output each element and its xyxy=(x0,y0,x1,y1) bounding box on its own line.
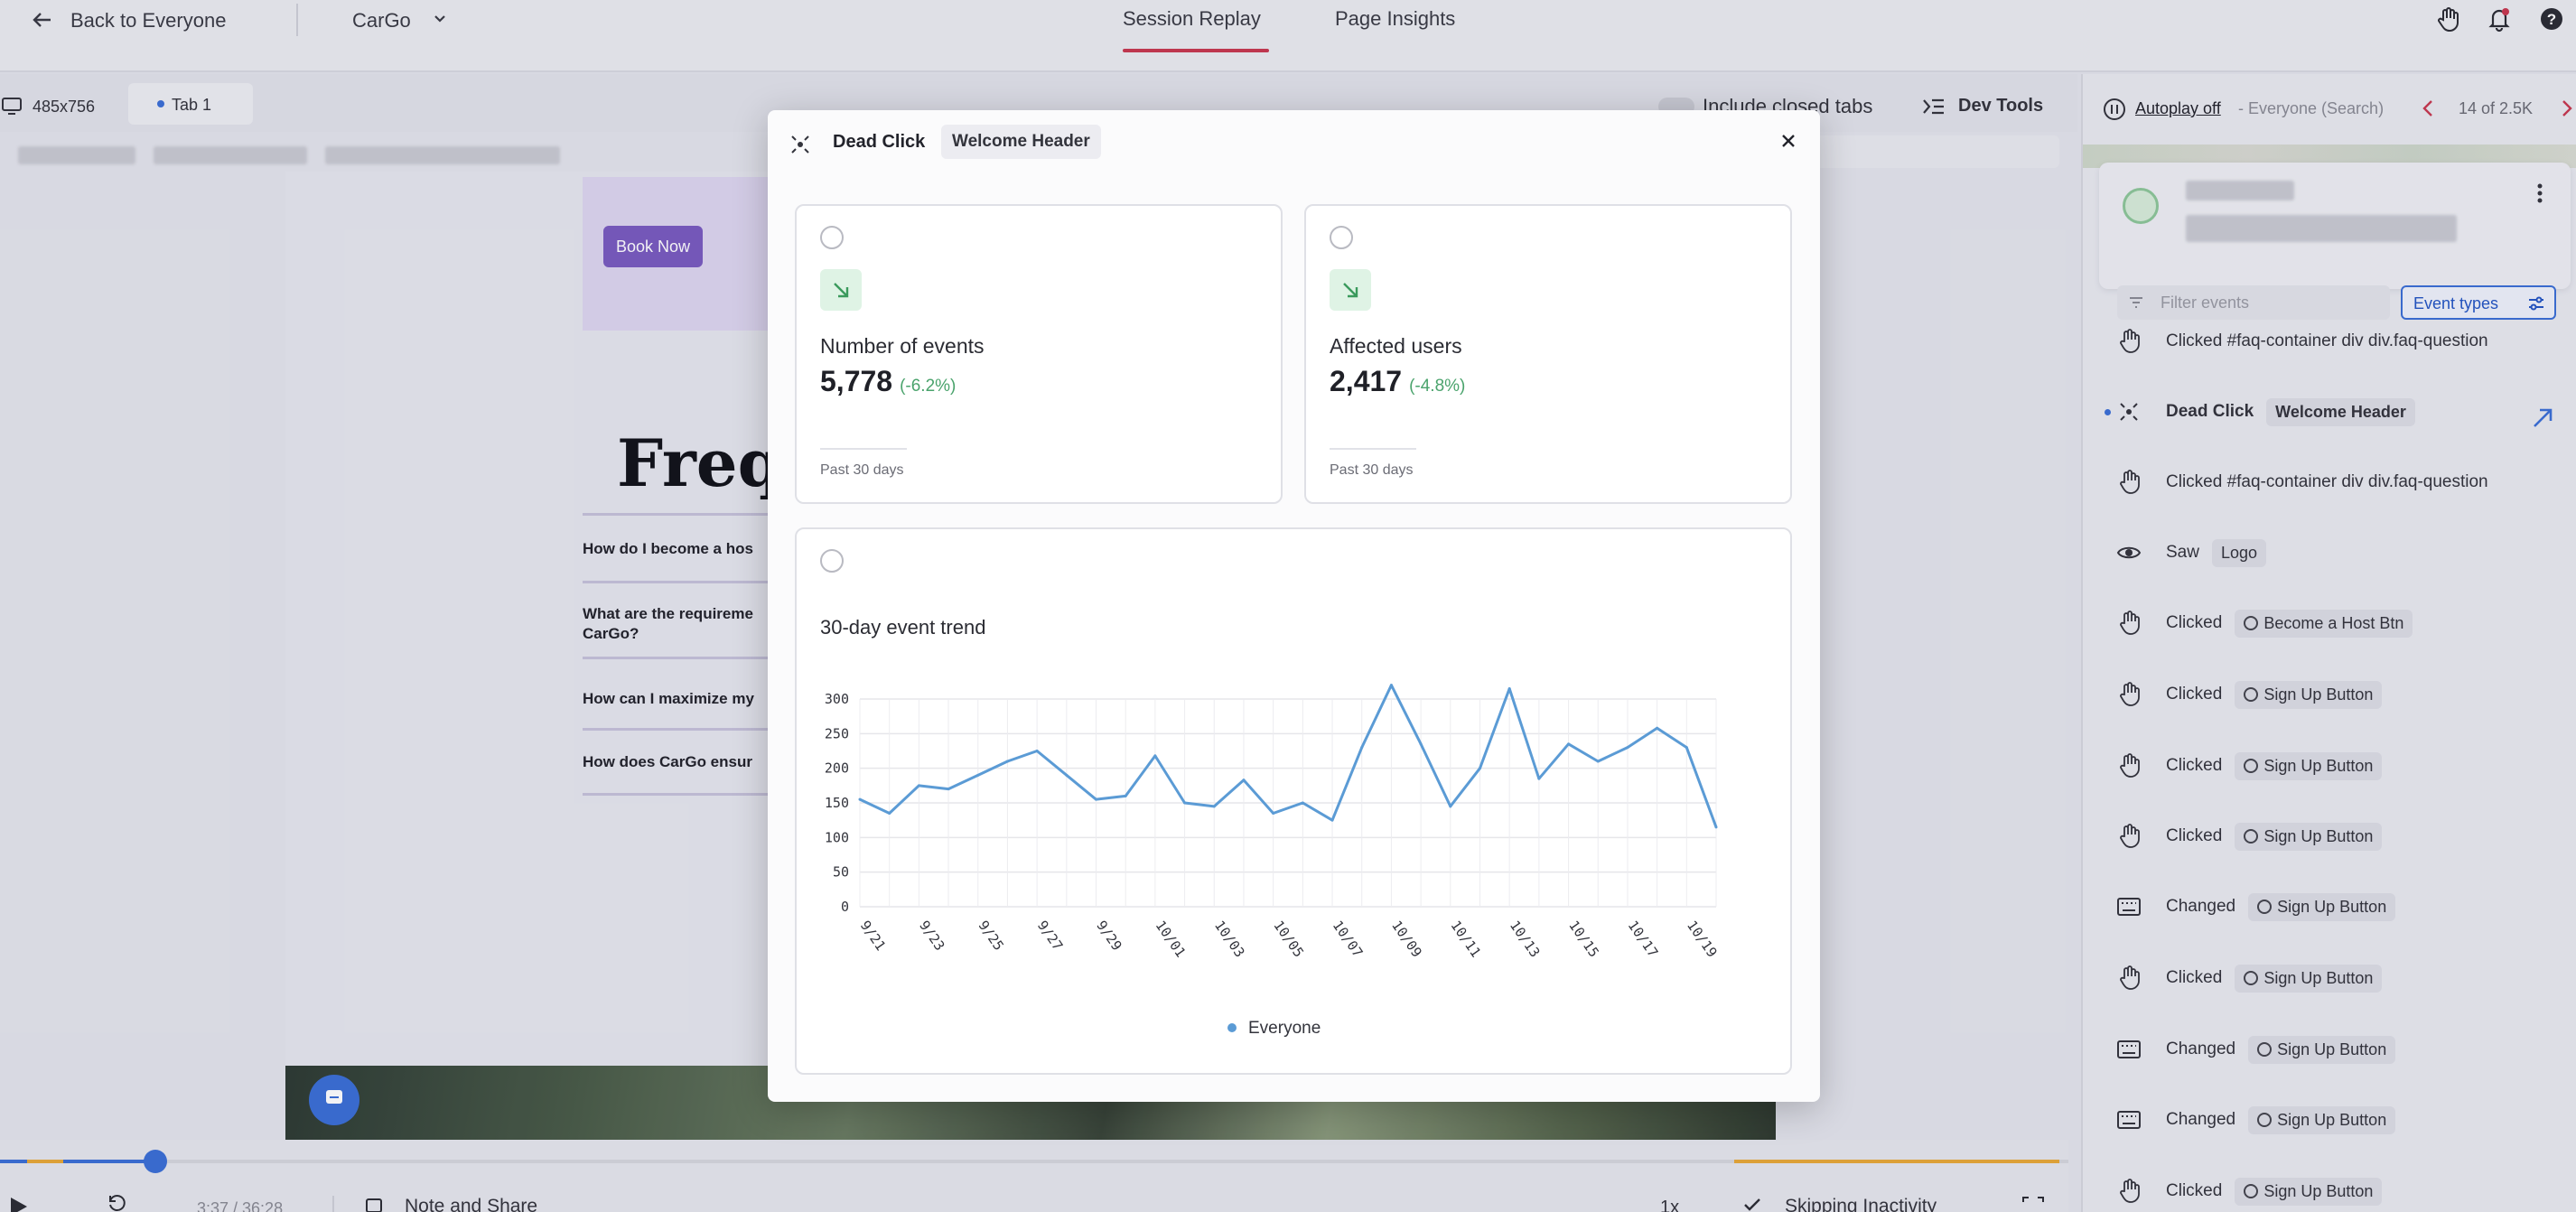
x-tick-label: 9/21 xyxy=(857,918,889,954)
y-tick-label: 300 xyxy=(825,691,849,707)
data-point xyxy=(1065,773,1069,777)
y-tick-label: 200 xyxy=(825,760,849,777)
data-point xyxy=(888,812,891,815)
x-tick-label: 10/11 xyxy=(1448,918,1485,960)
metric-period: Past 30 days xyxy=(820,462,904,478)
metric-divider xyxy=(820,448,907,450)
data-point xyxy=(1419,742,1423,746)
data-point xyxy=(1035,750,1039,752)
metric-change: (-4.8%) xyxy=(1409,377,1466,396)
data-point xyxy=(1301,801,1304,805)
close-icon[interactable] xyxy=(1779,132,1797,150)
x-tick-label: 10/13 xyxy=(1507,918,1544,960)
data-point xyxy=(1389,684,1393,687)
metric-period: Past 30 days xyxy=(1330,462,1414,478)
legend-marker xyxy=(1227,1023,1237,1032)
x-tick-label: 10/19 xyxy=(1684,918,1721,960)
data-point xyxy=(1596,760,1600,763)
metric-label: Affected users xyxy=(1330,334,1462,358)
x-tick-label: 9/27 xyxy=(1034,918,1066,954)
modal-target-chip: Welcome Header xyxy=(941,125,1101,159)
x-tick-label: 10/17 xyxy=(1625,918,1662,960)
y-tick-label: 0 xyxy=(841,899,849,915)
data-point xyxy=(1212,805,1216,808)
data-point xyxy=(1153,754,1157,758)
x-tick-label: 10/09 xyxy=(1388,918,1425,960)
trend-down-icon xyxy=(1330,269,1371,311)
metric-value: 2,417 xyxy=(1330,365,1403,397)
data-point xyxy=(1507,687,1511,690)
data-point xyxy=(1537,777,1541,780)
data-point xyxy=(1656,726,1659,730)
x-tick-label: 10/01 xyxy=(1153,918,1190,960)
series-line-0 xyxy=(859,684,1718,828)
trend-card: 30-day event trend 0 50 100 150 200 250 300 9/2… xyxy=(795,527,1792,1075)
trend-down-icon xyxy=(820,269,862,311)
clock-icon xyxy=(1330,226,1353,249)
y-tick-label: 250 xyxy=(825,725,849,741)
data-point xyxy=(1272,812,1275,815)
modal-event-type: Dead Click xyxy=(833,132,926,152)
x-tick-label: 9/25 xyxy=(975,918,1006,954)
data-point xyxy=(1478,767,1481,770)
data-point xyxy=(858,797,862,801)
metric-label: Number of events xyxy=(820,334,985,358)
data-point xyxy=(1685,746,1688,750)
metric-value: 5,778 xyxy=(820,365,893,397)
dead-click-modal: Dead Click Welcome Header Number of even… xyxy=(768,110,1820,1102)
data-point xyxy=(917,784,920,788)
metric-card-events: Number of events 5,778 (-6.2%) Past 30 d… xyxy=(795,204,1283,504)
metric-divider xyxy=(1330,448,1416,450)
data-point xyxy=(1626,746,1629,750)
x-tick-label: 9/29 xyxy=(1093,918,1125,954)
legend-label: Everyone xyxy=(1248,1019,1321,1038)
metric-value-row: 2,417 (-4.8%) xyxy=(1330,365,1465,398)
x-tick-label: 9/23 xyxy=(916,918,947,954)
metric-card-users: Affected users 2,417 (-4.8%) Past 30 day… xyxy=(1304,204,1792,504)
y-tick-label: 100 xyxy=(825,829,849,845)
dead-click-icon xyxy=(789,134,811,155)
data-point xyxy=(976,773,980,777)
data-point xyxy=(1449,805,1452,808)
data-point xyxy=(1567,742,1571,746)
data-point xyxy=(1714,825,1718,829)
clock-icon xyxy=(820,226,844,249)
data-point xyxy=(1183,801,1187,805)
data-point xyxy=(1242,778,1246,782)
y-tick-label: 50 xyxy=(833,864,849,881)
x-tick-label: 10/07 xyxy=(1330,918,1367,960)
x-tick-label: 10/03 xyxy=(1211,918,1248,960)
y-tick-label: 150 xyxy=(825,795,849,811)
trend-chart: 0 50 100 150 200 250 300 9/21 9/23 9/25 9/27 9/29 10… xyxy=(825,684,1721,1038)
metric-change: (-6.2%) xyxy=(900,377,957,396)
x-tick-label: 10/05 xyxy=(1270,918,1307,960)
metric-value-row: 5,778 (-6.2%) xyxy=(820,365,956,398)
data-point xyxy=(1330,818,1334,822)
data-point xyxy=(1095,797,1098,801)
x-tick-label: 10/15 xyxy=(1565,918,1602,960)
data-point xyxy=(1124,794,1127,797)
data-point xyxy=(947,788,950,791)
data-point xyxy=(1005,760,1009,763)
data-point xyxy=(1360,746,1364,750)
